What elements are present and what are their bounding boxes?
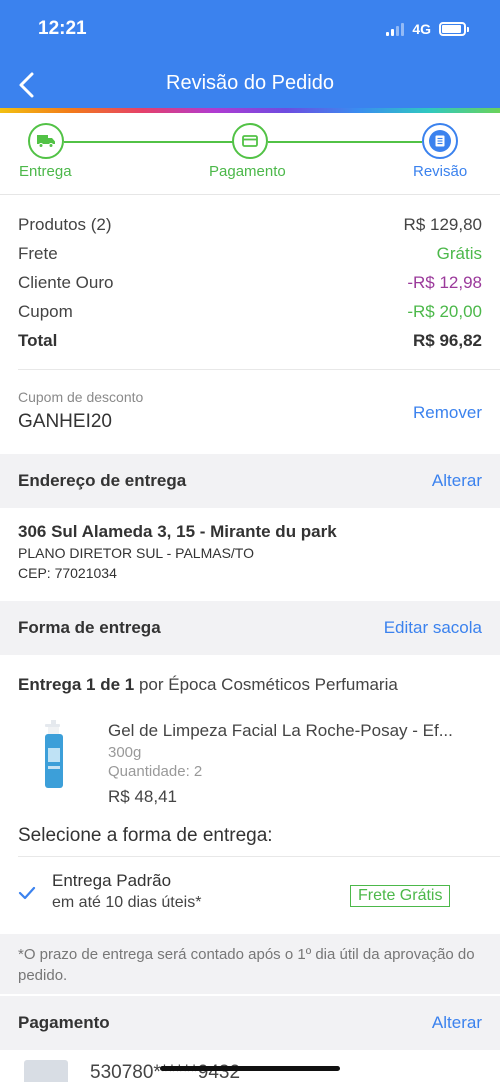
address-zip: CEP: 77021034 — [18, 565, 117, 581]
address-line-2: PLANO DIRETOR SUL - PALMAS/TO — [18, 545, 254, 561]
signal-icon — [386, 22, 405, 36]
coupon-label: Cupom de desconto — [18, 389, 144, 405]
step-entrega[interactable] — [28, 123, 64, 159]
delivery-option-time: em até 10 dias úteis* — [52, 894, 202, 911]
card-number: 530780******9432 — [90, 1062, 241, 1082]
summary-label: Produtos (2) — [18, 215, 112, 234]
summary-value: Grátis — [436, 244, 482, 263]
shipment-count: Entrega 1 de 1 — [18, 675, 135, 694]
summary-label: Cliente Ouro — [18, 273, 114, 292]
summary-value: R$ 129,80 — [403, 215, 482, 234]
shipment-seller: por Época Cosméticos Perfumaria — [134, 675, 398, 694]
stepper-line — [268, 141, 422, 143]
status-icons: 4G — [386, 21, 469, 37]
summary-label: Cupom — [18, 302, 73, 321]
step-label-pagamento: Pagamento — [209, 163, 286, 180]
change-address-button[interactable]: Alterar — [432, 471, 482, 491]
delivery-options-title: Selecione a forma de entrega: — [18, 825, 273, 846]
shipment-info: Entrega 1 de 1 por Época Cosméticos Perf… — [18, 675, 398, 695]
product-image — [45, 720, 63, 788]
summary-label: Total — [18, 331, 58, 350]
summary-row-total: Total R$ 96,82 — [18, 327, 482, 355]
summary-value: -R$ 12,98 — [407, 273, 482, 292]
payment-section-header: Pagamento Alterar — [0, 996, 500, 1050]
edit-bag-button[interactable]: Editar sacola — [384, 618, 482, 638]
app-header: 12:21 4G Revisão do Pedido — [0, 0, 500, 108]
list-icon — [429, 130, 451, 152]
step-revisao[interactable] — [422, 123, 458, 159]
step-pagamento[interactable] — [232, 123, 268, 159]
summary-row-products: Produtos (2) R$ 129,80 — [18, 211, 482, 239]
section-title: Forma de entrega — [18, 618, 161, 637]
product-name[interactable]: Gel de Limpeza Facial La Roche-Posay - E… — [108, 721, 484, 741]
product-quantity: Quantidade: 2 — [108, 763, 203, 780]
address-line-1: 306 Sul Alameda 3, 15 - Mirante du park — [18, 522, 337, 541]
remove-coupon-button[interactable]: Remover — [413, 403, 482, 423]
stepper-line — [64, 141, 234, 143]
summary-row-coupon: Cupom -R$ 20,00 — [18, 298, 482, 326]
summary-row-shipping: Frete Grátis — [18, 240, 482, 268]
check-icon — [18, 886, 36, 900]
coupon-code: GANHEI20 — [18, 411, 112, 432]
change-payment-button[interactable]: Alterar — [432, 1013, 482, 1033]
divider — [18, 369, 500, 370]
credit-card-icon — [24, 1060, 68, 1082]
home-indicator — [160, 1066, 340, 1071]
divider — [18, 856, 500, 857]
truck-icon — [37, 135, 55, 148]
step-label-entrega: Entrega — [19, 163, 72, 180]
summary-row-gold-client: Cliente Ouro -R$ 12,98 — [18, 269, 482, 297]
delivery-note: *O prazo de entrega será contado após o … — [0, 934, 500, 994]
delivery-option-name[interactable]: Entrega Padrão — [52, 871, 171, 891]
checkout-stepper: Entrega Pagamento Revisão — [0, 113, 500, 195]
status-time: 12:21 — [38, 18, 87, 39]
summary-label: Frete — [18, 244, 58, 263]
network-label: 4G — [412, 21, 431, 37]
summary-value: R$ 96,82 — [413, 331, 482, 350]
step-label-revisao: Revisão — [413, 163, 468, 180]
product-weight: 300g — [108, 744, 142, 761]
section-title: Pagamento — [18, 1013, 110, 1032]
product-price: R$ 48,41 — [108, 787, 177, 806]
free-shipping-badge: Frete Grátis — [350, 885, 451, 907]
summary-value: -R$ 20,00 — [407, 302, 482, 321]
section-title: Endereço de entrega — [18, 471, 187, 490]
card-icon — [242, 135, 258, 147]
delivery-section-header: Forma de entrega Editar sacola — [0, 601, 500, 655]
page-title: Revisão do Pedido — [166, 72, 334, 94]
battery-icon — [439, 22, 469, 36]
address-section-header: Endereço de entrega Alterar — [0, 454, 500, 508]
